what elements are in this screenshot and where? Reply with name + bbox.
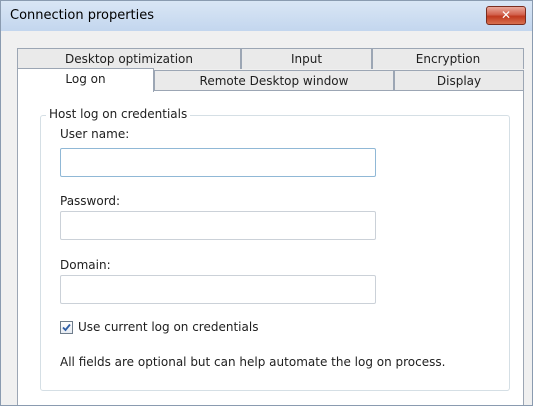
tab-log-on[interactable]: Log on: [17, 68, 154, 92]
username-input[interactable]: [60, 148, 376, 177]
use-current-credentials-label[interactable]: Use current log on credentials: [78, 320, 258, 334]
checkmark-icon: [62, 323, 71, 332]
domain-input[interactable]: [60, 275, 376, 304]
username-label: User name:: [60, 127, 130, 141]
password-label: Password:: [60, 194, 121, 208]
title-bar: Connection properties ✕: [1, 1, 532, 31]
password-input[interactable]: [60, 211, 376, 240]
help-text: All fields are optional but can help aut…: [60, 355, 446, 369]
tab-label: Desktop optimization: [65, 52, 193, 66]
domain-label: Domain:: [60, 258, 111, 272]
close-icon: ✕: [500, 8, 512, 22]
tab-label: Log on: [65, 72, 106, 86]
tab-desktop-optimization[interactable]: Desktop optimization: [17, 48, 241, 69]
close-button[interactable]: ✕: [486, 6, 526, 25]
connection-properties-dialog: Connection properties ✕ Desktop optimiza…: [0, 0, 533, 406]
tab-label: Remote Desktop window: [199, 74, 349, 88]
tab-label: Input: [290, 52, 323, 66]
log-on-panel: Host log on credentials User name: Passw…: [17, 90, 524, 405]
tab-label: Display: [436, 74, 482, 88]
tab-display[interactable]: Display: [394, 70, 524, 91]
tab-label: Encryption: [415, 52, 481, 66]
tab-input[interactable]: Input: [241, 48, 372, 69]
credentials-group: Host log on credentials User name: Passw…: [40, 107, 510, 391]
group-title: Host log on credentials: [46, 107, 191, 121]
window-title: Connection properties: [10, 8, 155, 23]
tab-remote-desktop-window[interactable]: Remote Desktop window: [154, 70, 394, 91]
tab-encryption[interactable]: Encryption: [372, 48, 524, 69]
use-current-credentials-checkbox[interactable]: [60, 321, 73, 334]
